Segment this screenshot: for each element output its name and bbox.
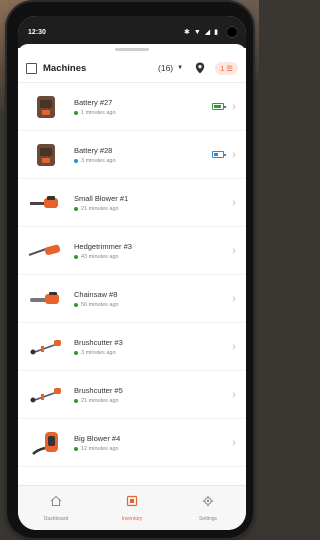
page-title: Machines [43,62,87,74]
machine-info: Big Blower #4 12 minutes ago [74,434,230,452]
last-seen-text: 21 minutes ago [81,205,119,212]
machine-name: Brushcutter #3 [74,337,123,347]
machine-last-seen: 43 minutes ago [74,254,230,260]
chevron-right-icon[interactable]: › [230,101,238,113]
chevron-right-icon[interactable]: › [230,341,238,353]
machine-info: Brushcutter #5 21 minutes ago [74,386,230,404]
status-dot [74,110,78,115]
status-dot [74,446,78,451]
chevron-right-icon[interactable]: › [230,149,238,161]
select-all-checkbox[interactable] [26,62,37,74]
list-header: Machines (16) ▼ 1 ☰ [18,54,246,83]
signal-icon: ◢ [204,29,211,36]
status-dot [74,206,78,211]
machine-row[interactable]: Chainsaw #8 56 minutes ago › [18,275,246,323]
status-dot [74,398,78,403]
last-seen-text: 21 minutes ago [81,397,119,404]
status-dot [74,158,78,163]
machine-info: Battery #27 1 minutes ago [74,98,212,116]
hedge-trimmer-icon [28,236,64,266]
gear-icon [202,494,214,512]
machine-row[interactable]: Hedgetrimmer #3 43 minutes ago › [18,227,246,275]
battery-level-icon [212,103,226,110]
filter-icon: ☰ [226,63,233,73]
filter-count: 1 [220,63,225,73]
backpack-blower-icon [28,428,64,458]
last-seen-text: 12 minutes ago [81,445,119,452]
machine-last-seen: 3 minutes ago [74,350,230,356]
machine-row[interactable]: Battery #27 1 minutes ago › [18,83,246,131]
chainsaw-icon [28,284,64,314]
bluetooth-icon: ✱ [183,29,190,36]
machine-last-seen: 21 minutes ago [74,398,230,404]
brushcutter-icon [28,332,64,362]
machine-row[interactable]: Brushcutter #3 3 minutes ago › [18,323,246,371]
nav-label: Settings [198,516,218,522]
nav-label: Dashboard [43,516,69,522]
inventory-icon [126,494,138,512]
battery-status-icon: ▮ [214,29,218,36]
machine-info: Battery #28 3 minutes ago [74,146,212,164]
machine-row[interactable]: Big Blower #4 12 minutes ago › [18,419,246,467]
battery-pack-icon [28,92,64,122]
machine-row[interactable]: Small Blower #1 21 minutes ago › [18,179,246,227]
drag-handle[interactable] [115,47,149,51]
chevron-right-icon[interactable]: › [230,293,238,305]
status-dot [74,350,78,355]
machine-name: Small Blower #1 [74,193,129,203]
nav-item-inventory[interactable]: Inventory [102,494,162,522]
last-seen-text: 3 minutes ago [81,157,116,164]
bottom-navigation: Dashboard Inventory Settings [18,485,246,530]
map-pin-icon[interactable] [193,61,207,75]
machine-list: Battery #27 1 minutes ago › Battery #28 3 mi… [18,83,246,467]
filter-button[interactable]: 1 ☰ [215,61,238,75]
last-seen-text: 43 minutes ago [81,253,119,260]
leaf-blower-icon [28,188,64,218]
status-time: 12:30 [28,28,46,36]
chevron-right-icon[interactable]: › [230,389,238,401]
nav-item-gear[interactable]: Settings [178,494,238,522]
chevron-down-icon[interactable]: ▼ [177,65,183,71]
machine-last-seen: 12 minutes ago [74,446,230,452]
machine-row[interactable]: Battery #28 3 minutes ago › [18,131,246,179]
app-screen: 12:30 ✱ ▼ ◢ ▮ Machines (16) ▼ 1 ☰ Batter… [18,16,246,530]
status-dot [74,302,78,307]
machine-row[interactable]: Brushcutter #5 21 minutes ago › [18,371,246,419]
machine-count[interactable]: (16) [158,63,173,73]
chevron-right-icon[interactable]: › [230,197,238,209]
machine-info: Brushcutter #3 3 minutes ago [74,338,230,356]
brushcutter-icon [28,380,64,410]
machine-name: Hedgetrimmer #3 [74,241,132,251]
machine-name: Brushcutter #5 [74,385,123,395]
machine-info: Chainsaw #8 56 minutes ago [74,290,230,308]
last-seen-text: 1 minutes ago [81,109,116,116]
machine-name: Big Blower #4 [74,433,121,443]
nav-item-home[interactable]: Dashboard [26,494,86,522]
wifi-icon: ▼ [193,28,201,36]
front-camera [226,26,238,38]
chevron-right-icon[interactable]: › [230,437,238,449]
chevron-right-icon[interactable]: › [230,245,238,257]
machine-last-seen: 1 minutes ago [74,110,212,116]
status-dot [74,254,78,259]
machine-info: Hedgetrimmer #3 43 minutes ago [74,242,230,260]
machine-name: Battery #28 [74,145,113,155]
last-seen-text: 3 minutes ago [81,349,116,356]
home-icon [50,494,62,512]
machine-info: Small Blower #1 21 minutes ago [74,194,230,212]
battery-pack-icon [28,140,64,170]
machine-last-seen: 3 minutes ago [74,158,212,164]
machine-name: Chainsaw #8 [74,289,118,299]
machine-name: Battery #27 [74,97,113,107]
nav-label: Inventory [121,516,143,522]
last-seen-text: 56 minutes ago [81,301,119,308]
battery-level-icon [212,151,226,158]
machine-last-seen: 56 minutes ago [74,302,230,308]
sheet-handle-area[interactable] [18,44,246,54]
phone-frame: 12:30 ✱ ▼ ◢ ▮ Machines (16) ▼ 1 ☰ Batter… [7,2,253,538]
status-icons: ✱ ▼ ◢ ▮ [184,26,238,38]
machine-last-seen: 21 minutes ago [74,206,230,212]
